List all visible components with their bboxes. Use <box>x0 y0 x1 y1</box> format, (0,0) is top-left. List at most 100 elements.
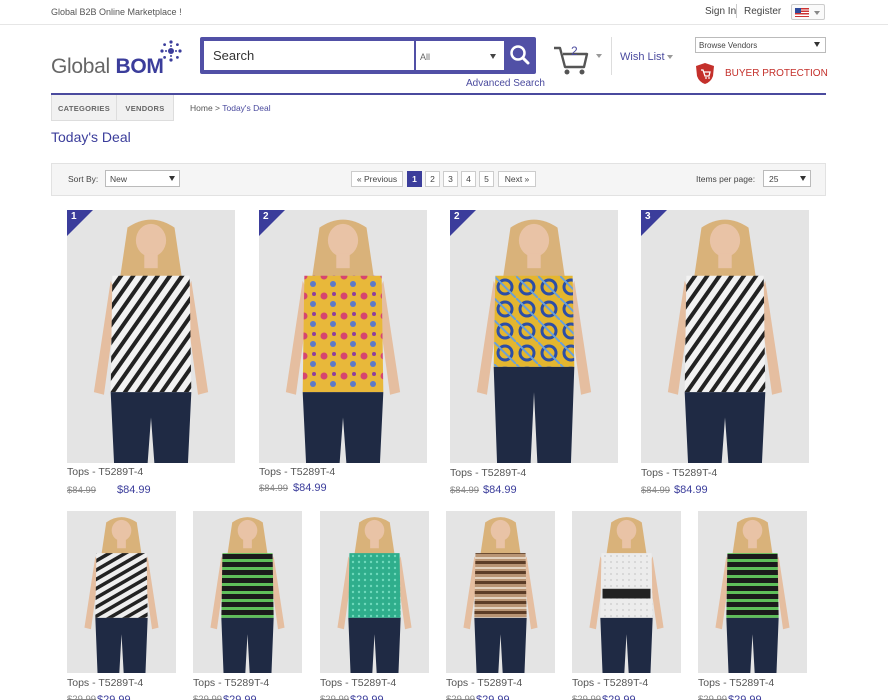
product-card[interactable]: 2 Tops - T5289T-4 $84.99 $84.99 <box>450 210 618 499</box>
logo-text-global: Global <box>51 55 116 78</box>
site-logo[interactable]: Global BOM <box>51 55 164 79</box>
product-name[interactable]: Tops - T5289T-4 <box>193 677 269 689</box>
product-photo <box>446 511 555 673</box>
chevron-down-icon[interactable] <box>596 54 602 58</box>
shield-icon <box>696 63 714 84</box>
product-name[interactable]: Tops - T5289T-4 <box>67 677 143 689</box>
product-image[interactable] <box>450 210 618 463</box>
product-card[interactable]: Tops - T5289T-4 $29.99 $29.99 <box>193 511 302 700</box>
product-price: $29.99 <box>476 694 510 700</box>
product-old-price: $84.99 <box>450 485 480 496</box>
chevron-down-icon <box>800 176 806 181</box>
page-button-3[interactable]: 3 <box>443 171 458 187</box>
product-old-price: $84.99 <box>67 485 97 496</box>
product-card[interactable]: Tops - T5289T-4 $29.99 $29.99 <box>572 511 681 700</box>
product-price: $29.99 <box>602 694 636 700</box>
items-per-page-value: 25 <box>769 174 779 184</box>
tab-label: CATEGORIES <box>57 104 111 113</box>
product-name[interactable]: Tops - T5289T-4 <box>572 677 648 689</box>
product-name[interactable]: Tops - T5289T-4 <box>259 466 335 478</box>
product-card[interactable]: Tops - T5289T-4 $29.99 $29.99 <box>67 511 176 700</box>
next-page-button[interactable]: Next » <box>498 171 536 187</box>
divider <box>736 4 737 18</box>
product-name[interactable]: Tops - T5289T-4 <box>446 677 522 689</box>
tab-label: VENDORS <box>125 104 165 113</box>
buyer-protection-label[interactable]: BUYER PROTECTION <box>725 68 828 79</box>
product-price: $84.99 <box>483 484 517 496</box>
product-name[interactable]: Tops - T5289T-4 <box>641 467 717 479</box>
product-old-price: $84.99 <box>259 483 289 494</box>
product-old-price: $29.99 <box>572 694 602 700</box>
product-card[interactable]: Tops - T5289T-4 $29.99 $29.99 <box>320 511 429 700</box>
product-card[interactable]: Tops - T5289T-4 $29.99 $29.99 <box>446 511 555 700</box>
product-old-price: $29.99 <box>320 694 350 700</box>
sign-in-link[interactable]: Sign In <box>705 6 736 17</box>
search-icon[interactable] <box>506 41 533 70</box>
product-photo <box>67 511 176 673</box>
tab-categories[interactable]: CATEGORIES <box>51 95 117 121</box>
product-image[interactable] <box>572 511 681 673</box>
product-card[interactable]: Tops - T5289T-4 $29.99 $29.99 <box>698 511 807 700</box>
product-name[interactable]: Tops - T5289T-4 <box>320 677 396 689</box>
product-image[interactable] <box>193 511 302 673</box>
page-button-1[interactable]: 1 <box>407 171 422 187</box>
product-image[interactable] <box>320 511 429 673</box>
product-card[interactable]: 3 Tops - T5289T-4 $84.99 $84.99 <box>641 210 809 499</box>
search-bar: All <box>200 37 536 74</box>
page-button-5[interactable]: 5 <box>479 171 494 187</box>
tab-vendors[interactable]: VENDORS <box>116 95 174 121</box>
top-bar: Global B2B Online Marketplace ! Sign In … <box>0 0 888 25</box>
product-name[interactable]: Tops - T5289T-4 <box>450 467 526 479</box>
page-title: Today's Deal <box>51 129 131 145</box>
register-link[interactable]: Register <box>744 6 781 17</box>
page-button-4[interactable]: 4 <box>461 171 476 187</box>
rank-number: 1 <box>71 211 77 222</box>
breadcrumb-home[interactable]: Home <box>190 103 213 113</box>
product-image[interactable] <box>446 511 555 673</box>
page-button-2[interactable]: 2 <box>425 171 440 187</box>
product-name[interactable]: Tops - T5289T-4 <box>698 677 774 689</box>
product-image[interactable] <box>698 511 807 673</box>
product-price: $84.99 <box>674 484 708 496</box>
rank-number: 2 <box>263 211 269 222</box>
breadcrumb-current: Today's Deal <box>222 103 271 113</box>
advanced-search-link[interactable]: Advanced Search <box>466 78 545 89</box>
product-image[interactable] <box>67 210 235 463</box>
breadcrumb: Home > Today's Deal <box>190 103 271 113</box>
previous-page-button[interactable]: « Previous <box>351 171 403 187</box>
items-per-page-label: Items per page: <box>696 174 756 184</box>
product-image[interactable] <box>67 511 176 673</box>
logo-star-icon <box>160 40 182 62</box>
sort-label: Sort By: <box>68 174 99 184</box>
search-category-select[interactable]: All <box>416 41 504 70</box>
browse-vendors-select[interactable]: Browse Vendors <box>695 37 826 53</box>
product-old-price: $29.99 <box>67 694 97 700</box>
chevron-down-icon[interactable] <box>667 55 673 59</box>
product-price: $84.99 <box>117 484 151 496</box>
browse-vendors-value: Browse Vendors <box>699 41 758 50</box>
wish-list-link[interactable]: Wish List <box>620 51 665 63</box>
product-photo <box>320 511 429 673</box>
product-image[interactable] <box>259 210 427 463</box>
chevron-down-icon <box>814 11 820 15</box>
language-selector[interactable] <box>791 4 825 20</box>
chevron-down-icon <box>169 176 175 181</box>
product-old-price: $29.99 <box>698 694 728 700</box>
items-per-page-select[interactable]: 25 <box>763 170 811 187</box>
product-price: $29.99 <box>728 694 762 700</box>
us-flag-icon <box>795 8 809 17</box>
product-photo <box>67 210 235 463</box>
product-card[interactable]: 1 Tops - T5289T-4 $84.99 $84.99 <box>67 210 235 499</box>
product-name[interactable]: Tops - T5289T-4 <box>67 466 143 478</box>
breadcrumb-separator: > <box>212 103 223 113</box>
product-price: $29.99 <box>350 694 384 700</box>
divider <box>611 37 612 75</box>
chevron-down-icon <box>490 54 496 59</box>
sort-select[interactable]: New <box>105 170 180 187</box>
site-tagline: Global B2B Online Marketplace ! <box>51 7 182 17</box>
product-card[interactable]: 2 Tops - T5289T-4 $84.99 $84.99 <box>259 210 427 497</box>
product-price: $84.99 <box>293 482 327 494</box>
sort-value: New <box>110 174 128 184</box>
product-image[interactable] <box>641 210 809 463</box>
search-input[interactable] <box>204 41 414 70</box>
